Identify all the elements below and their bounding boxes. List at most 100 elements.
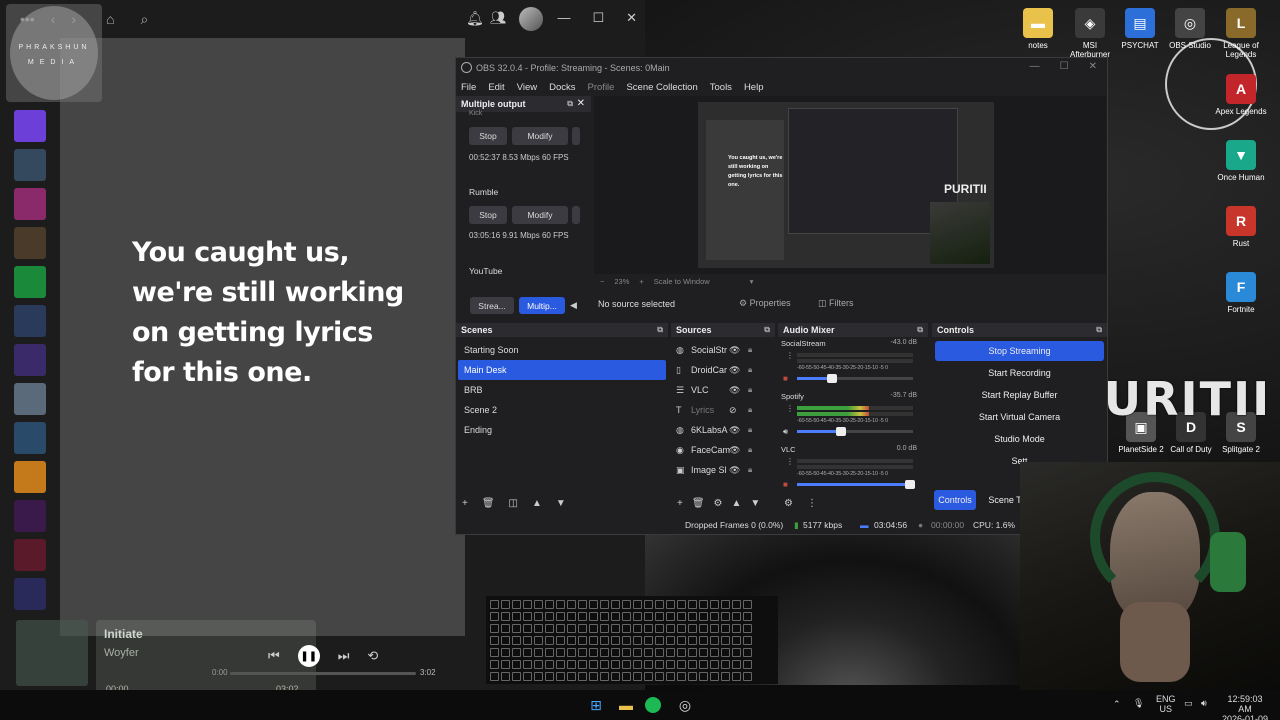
source-item[interactable]: ◉ FaceCam 👁︎ 🔒︎ — [671, 440, 775, 460]
add-scene-icon[interactable]: + — [462, 498, 468, 509]
volume-slider[interactable] — [797, 427, 913, 436]
lock-icon[interactable]: 🔒︎ — [748, 425, 752, 435]
float-dock-icon[interactable]: ⧉ — [1096, 325, 1102, 335]
volume-slider[interactable] — [797, 374, 913, 383]
desktop-icon[interactable]: ◈ MSI Afterburner — [1062, 8, 1118, 59]
desktop-icon[interactable]: A Apex Legends — [1213, 74, 1269, 116]
scene-item[interactable]: Scene 2 — [458, 400, 666, 420]
home-icon[interactable]: ⌂ — [106, 11, 114, 27]
album-art[interactable] — [16, 620, 88, 686]
scene-item[interactable]: Ending — [458, 420, 666, 440]
remove-scene-icon[interactable]: 🗑︎ — [482, 498, 495, 509]
advanced-audio-icon[interactable]: ⚙ — [784, 498, 793, 509]
rumble-modify-button[interactable]: Modify — [512, 206, 568, 224]
library-playlist-thumb[interactable] — [14, 305, 46, 337]
maximize-icon[interactable]: ☐ — [1060, 61, 1069, 72]
chevron-up-icon[interactable]: ⌃ — [1113, 699, 1121, 709]
kick-modify-button[interactable]: Modify — [512, 127, 568, 145]
file-explorer-icon[interactable]: ▬ — [616, 695, 636, 715]
kick-stop-button[interactable]: Stop — [469, 127, 507, 145]
menu-item-help[interactable]: Help — [744, 82, 764, 93]
windows-start-icon[interactable]: ⊞ — [586, 695, 606, 715]
eye-icon[interactable]: 👁︎ — [729, 445, 740, 456]
menu-item-tools[interactable]: Tools — [710, 82, 732, 93]
desktop-icon[interactable]: L League of Legends — [1213, 8, 1269, 59]
chevron-down-icon[interactable]: ▾ — [750, 277, 754, 286]
control-button-1[interactable]: Start Recording — [935, 363, 1104, 383]
move-down-icon[interactable]: ▼ — [556, 498, 566, 509]
move-up-icon[interactable]: ▲ — [732, 498, 742, 509]
eye-icon[interactable]: 👁︎ — [729, 465, 740, 476]
preview-canvas[interactable]: You caught us, we're still working on ge… — [594, 96, 1106, 274]
add-source-icon[interactable]: + — [677, 498, 683, 509]
repeat-icon[interactable]: ⟲ — [367, 648, 378, 664]
control-button-2[interactable]: Start Replay Buffer — [935, 385, 1104, 405]
source-item[interactable]: ☰ VLC 👁︎ 🔒︎ — [671, 380, 775, 400]
previous-track-icon[interactable]: ⏮ — [268, 648, 280, 664]
library-playlist-thumb[interactable] — [14, 188, 46, 220]
volume-icon[interactable]: 🔊︎ — [1201, 698, 1207, 708]
scene-item[interactable]: Starting Soon — [458, 340, 666, 360]
tab-controls[interactable]: Controls — [934, 490, 976, 510]
library-playlist-thumb[interactable] — [14, 539, 46, 571]
tab-scroll-left-icon[interactable]: ◀ — [570, 300, 577, 311]
library-playlist-thumb[interactable] — [14, 110, 46, 142]
library-playlist-thumb[interactable] — [14, 500, 46, 532]
menu-item-docks[interactable]: Docks — [549, 82, 575, 93]
library-playlist-thumb[interactable] — [14, 383, 46, 415]
speaker-icon[interactable]: 🔊︎ — [783, 427, 788, 437]
close-icon[interactable]: ✕ — [626, 10, 637, 26]
channel-menu-icon[interactable]: ⋮ — [786, 351, 794, 360]
obs-taskbar-icon[interactable]: ◎ — [675, 695, 695, 715]
source-item[interactable]: ▣ Image Sl 👁︎ 🔒︎ — [671, 460, 775, 480]
rumble-stop-button[interactable]: Stop — [469, 206, 507, 224]
zoom-in-icon[interactable]: + — [639, 277, 643, 286]
library-playlist-thumb[interactable] — [14, 149, 46, 181]
lock-icon[interactable]: 🔒︎ — [748, 385, 752, 395]
float-dock-icon[interactable]: ⧉ — [764, 325, 770, 335]
menu-item-file[interactable]: File — [461, 82, 476, 93]
eye-icon[interactable]: 👁︎ — [729, 365, 740, 376]
scale-mode-select[interactable]: Scale to Window — [654, 277, 710, 286]
close-icon[interactable]: ✕ — [1089, 61, 1097, 72]
next-track-icon[interactable]: ⏭ — [338, 648, 350, 664]
source-item[interactable]: ◍ 6KLabsA 👁︎ 🔒︎ — [671, 420, 775, 440]
library-playlist-thumb[interactable] — [14, 344, 46, 376]
library-playlist-thumb[interactable] — [14, 461, 46, 493]
mixer-menu-icon[interactable]: ⋮ — [807, 498, 817, 509]
zoom-out-icon[interactable]: − — [600, 277, 604, 286]
maximize-icon[interactable]: ☐ — [592, 10, 604, 26]
search-icon[interactable]: ⌕ — [141, 11, 149, 28]
volume-slider[interactable] — [797, 480, 915, 489]
source-item[interactable]: ▯ DroidCar 👁︎ 🔒︎ — [671, 360, 775, 380]
remove-source-icon[interactable]: 🗑︎ — [692, 498, 705, 509]
minimize-icon[interactable]: — — [557, 10, 570, 26]
menu-item-profile[interactable]: Profile — [588, 82, 615, 93]
control-button-3[interactable]: Start Virtual Camera — [935, 407, 1104, 427]
tab-stream[interactable]: Strea... — [470, 297, 514, 314]
library-playlist-thumb[interactable] — [14, 227, 46, 259]
muted-speaker-icon[interactable]: ■ — [783, 480, 788, 489]
lock-icon[interactable]: 🔒︎ — [748, 445, 752, 455]
menu-item-view[interactable]: View — [517, 82, 537, 93]
move-down-icon[interactable]: ▼ — [750, 498, 760, 509]
properties-button[interactable]: ⚙ Properties — [739, 298, 791, 309]
lock-icon[interactable]: 🔒︎ — [748, 405, 752, 415]
clock[interactable]: 12:59:03 AM 2026-01-09 — [1220, 694, 1270, 720]
lock-icon[interactable]: 🔒︎ — [748, 365, 752, 375]
control-button-0[interactable]: Stop Streaming — [935, 341, 1104, 361]
tab-multiple-output[interactable]: Multip... — [519, 297, 565, 314]
track-artist[interactable]: Woyfer — [104, 647, 139, 659]
desktop-icon[interactable]: R Rust — [1213, 206, 1269, 248]
pause-button[interactable]: ❚❚ — [297, 645, 320, 667]
scene-filters-icon[interactable]: ◫ — [509, 498, 518, 509]
kick-more-button[interactable] — [572, 127, 580, 145]
desktop-icon[interactable]: F Fortnite — [1213, 272, 1269, 314]
desktop-icon[interactable]: ▤ PSYCHAT — [1112, 8, 1168, 50]
minimize-icon[interactable]: — — [1030, 61, 1040, 72]
source-item[interactable]: T Lyrics ⊘ 🔒︎ — [671, 400, 775, 420]
language-indicator[interactable]: ENG US — [1156, 694, 1176, 714]
eye-icon[interactable]: 👁︎ — [729, 345, 740, 356]
filters-button[interactable]: ◫ Filters — [818, 298, 854, 309]
microphone-icon[interactable]: 🎙︎ — [1133, 698, 1144, 708]
